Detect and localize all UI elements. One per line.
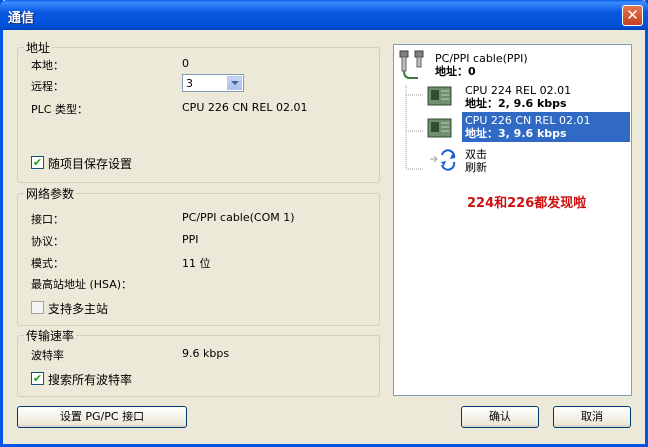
plc-cpu-icon [427,118,452,138]
window-title: 通信 [8,11,35,26]
save-with-project-label[interactable]: 随项目保存设置 [48,155,132,172]
plc-type-label: PLC 类型： [31,103,88,116]
mode-value: 11 位 [182,257,211,270]
refresh-node-line1[interactable]: 双击 [465,148,487,161]
refresh-node-line2[interactable]: 刷新 [465,161,487,174]
save-with-project-checkbox[interactable]: ✔ [31,156,44,169]
cpu226-node-name: CPU 226 CN REL 02.01 [465,114,591,127]
chevron-down-icon[interactable] [227,76,242,90]
cpu226-node-address: 地址：3, 9.6 kbps [465,127,567,140]
local-address-value: 0 [182,57,189,70]
cancel-button[interactable]: 取消 [553,406,631,428]
cpu224-node-name[interactable]: CPU 224 REL 02.01 [465,84,571,97]
network-tree[interactable]: PC/PPI cable(PPI) 地址：0 CPU 224 REL 02.01… [393,44,632,396]
protocol-value: PPI [182,233,199,246]
multimaster-label[interactable]: 支持多主站 [48,300,108,317]
ok-button[interactable]: 确认 [461,406,539,428]
protocol-label: 协议： [31,235,64,248]
mode-label: 模式： [31,257,64,270]
remote-address-select[interactable]: 3 [182,74,244,92]
cpu226-node-selected[interactable]: CPU 226 CN REL 02.01 地址：3, 9.6 kbps [462,112,630,142]
baud-rate-value: 9.6 kbps [182,347,230,360]
local-address-label: 本地： [31,59,64,72]
address-group-legend: 地址 [26,41,51,55]
remote-address-label: 远程： [31,80,64,93]
remote-address-value: 3 [186,77,193,90]
hsa-label: 最高站地址 (HSA)： [31,278,133,291]
baud-rate-legend: 传输速率 [26,329,75,343]
root-node-address: 地址：0 [435,65,476,78]
cpu224-node-address: 地址：2, 9.6 kbps [465,97,567,110]
baud-rate-label: 波特率 [31,349,64,362]
setup-pgpc-interface-button[interactable]: 设置 PG/PC 接口 [17,406,187,428]
annotation-text: 224和226都发现啦 [467,196,587,211]
root-node-name[interactable]: PC/PPI cable(PPI) [435,52,528,65]
plc-cpu-icon [427,86,452,106]
multimaster-checkbox[interactable] [31,301,44,314]
interface-value: PC/PPI cable(COM 1) [182,211,295,224]
search-all-baud-checkbox[interactable]: ✔ [31,372,44,385]
interface-label: 接口： [31,213,64,226]
search-all-baud-label[interactable]: 搜索所有波特率 [48,371,132,388]
pc-ppi-cable-icon [399,50,424,79]
close-icon: ✕ [626,6,639,24]
plc-type-value: CPU 226 CN REL 02.01 [182,101,308,114]
close-button[interactable]: ✕ [622,5,643,26]
refresh-icon [430,149,456,171]
title-bar[interactable]: 通信 ✕ [0,0,648,30]
network-params-legend: 网络参数 [26,187,75,201]
